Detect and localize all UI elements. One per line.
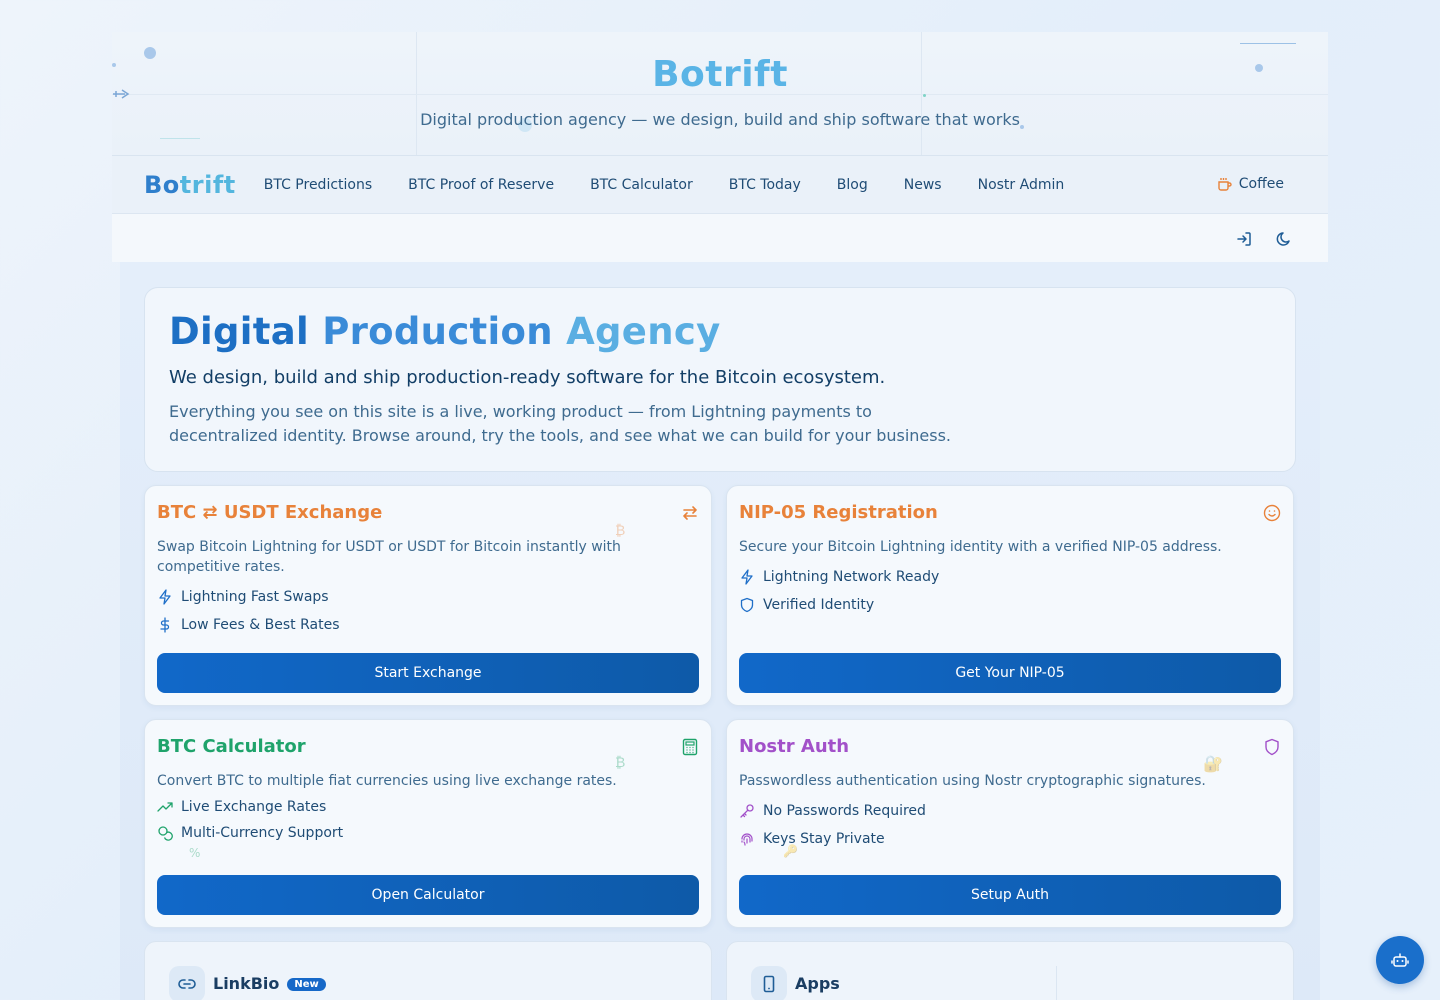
setup-auth-button[interactable]: Setup Auth <box>739 875 1281 915</box>
feature-label: Lightning Network Ready <box>763 569 940 585</box>
bot-icon <box>1391 953 1409 967</box>
bitcoin-decor-icon: ₿ <box>615 523 626 539</box>
hero-title-word: Production <box>322 310 553 353</box>
feature-label: Keys Stay Private <box>763 831 885 847</box>
coins-icon <box>158 826 173 841</box>
feature-item: Verified Identity <box>739 595 1281 615</box>
app-frame: Botrift Digital production agency — we d… <box>112 32 1328 1000</box>
apps-title: Apps <box>795 974 840 993</box>
linkbio-card[interactable]: LinkBio New <box>144 941 712 1000</box>
brand-logo[interactable]: Botrift <box>144 171 236 199</box>
apps-card[interactable]: Apps <box>726 941 1294 1000</box>
nav-link-nostr-admin[interactable]: Nostr Admin <box>978 177 1065 193</box>
smartphone-icon <box>751 966 787 1000</box>
get-nip05-button[interactable]: Get Your NIP-05 <box>739 653 1281 693</box>
top-banner: Botrift Digital production agency — we d… <box>112 32 1328 156</box>
shield-icon <box>1265 738 1279 756</box>
feature-label: Multi-Currency Support <box>181 825 344 841</box>
card-description: Convert BTC to multiple fiat currencies … <box>157 773 617 789</box>
fingerprint-icon <box>741 833 753 846</box>
feature-label: Verified Identity <box>763 597 875 613</box>
moon-icon[interactable] <box>1275 230 1293 248</box>
card-title: BTC ⇄ USDT Exchange <box>157 502 383 523</box>
shield-icon <box>740 597 754 613</box>
percent-decor-icon: % <box>189 846 201 860</box>
feature-label: No Passwords Required <box>763 803 926 819</box>
feature-label: Low Fees & Best Rates <box>181 617 340 633</box>
card-title: Nostr Auth <box>739 736 850 757</box>
smile-icon <box>1263 504 1281 522</box>
login-icon[interactable] <box>1235 230 1253 248</box>
chatbot-button[interactable] <box>1376 936 1424 984</box>
linkbio-title: LinkBio <box>213 974 280 993</box>
card-divider <box>1056 966 1057 1000</box>
card-title: NIP-05 Registration <box>739 502 938 523</box>
start-exchange-button[interactable]: Start Exchange <box>157 653 699 693</box>
coffee-icon <box>1218 178 1232 191</box>
nav-link-news[interactable]: News <box>904 177 942 193</box>
card-title: LinkBio New <box>213 974 326 993</box>
open-calculator-button[interactable]: Open Calculator <box>157 875 699 915</box>
hero-description: Everything you see on this site is a liv… <box>169 402 952 445</box>
hero-title-word: Agency <box>566 310 721 353</box>
brand-logo-part: trift <box>179 170 236 199</box>
calculator-icon <box>682 738 698 756</box>
lock-decor-icon: 🔐 <box>1203 754 1223 773</box>
nav-link-btc-predictions[interactable]: BTC Predictions <box>264 177 372 193</box>
feature-item: Multi-Currency Support <box>157 823 699 843</box>
feature-item: Live Exchange Rates <box>157 797 699 817</box>
key-decor-icon: 🔑 <box>783 844 798 858</box>
hero-section: Digital Production Agency We design, bui… <box>144 287 1296 472</box>
feature-label: Lightning Fast Swaps <box>181 589 329 605</box>
lightning-icon <box>741 569 753 585</box>
key-icon <box>740 804 754 818</box>
hero-title: Digital Production Agency <box>169 310 1271 353</box>
sub-toolbar <box>112 214 1328 262</box>
coffee-label: Coffee <box>1238 176 1284 192</box>
trending-up-icon <box>157 802 173 812</box>
banner-subtitle: Digital production agency — we design, b… <box>420 110 1020 129</box>
link-icon <box>169 966 205 1000</box>
nav-link-btc-calculator[interactable]: BTC Calculator <box>590 177 693 193</box>
coffee-button[interactable]: Coffee <box>1217 176 1284 192</box>
nostr-auth-card: Nostr Auth 🔐 🔑 Passwordless authenticati… <box>726 719 1294 928</box>
nip05-card: NIP-05 Registration Secure your Bitcoin … <box>726 485 1294 706</box>
card-description: Passwordless authentication using Nostr … <box>739 773 1206 789</box>
feature-item: Low Fees & Best Rates <box>157 615 699 635</box>
dollar-icon <box>160 617 170 633</box>
feature-item: Keys Stay Private <box>739 829 1281 849</box>
main-nav: Botrift BTC Predictions BTC Proof of Res… <box>112 156 1328 214</box>
nav-link-btc-today[interactable]: BTC Today <box>729 177 801 193</box>
feature-item: Lightning Network Ready <box>739 567 1281 587</box>
main-content: Digital Production Agency We design, bui… <box>120 262 1320 1000</box>
lightning-icon <box>159 589 171 605</box>
new-badge: New <box>287 978 326 991</box>
brand-logo-part: Bo <box>144 170 180 199</box>
nav-link-blog[interactable]: Blog <box>837 177 868 193</box>
calculator-card: BTC Calculator ₿ % Convert BTC to multip… <box>144 719 712 928</box>
feature-item: No Passwords Required <box>739 801 1281 821</box>
exchange-card: BTC ⇄ USDT Exchange ₿ Swap Bitcoin Light… <box>144 485 712 706</box>
decor-line <box>160 138 200 139</box>
banner-title: Botrift <box>652 54 788 95</box>
swap-icon <box>683 506 697 520</box>
card-description: Secure your Bitcoin Lightning identity w… <box>739 539 1222 555</box>
hero-lead: We design, build and ship production-rea… <box>169 367 886 388</box>
feature-item: Lightning Fast Swaps <box>157 587 699 607</box>
nav-link-btc-proof-of-reserve[interactable]: BTC Proof of Reserve <box>408 177 554 193</box>
bitcoin-decor-icon: ₿ <box>615 755 626 771</box>
card-description: Swap Bitcoin Lightning for USDT or USDT … <box>157 539 621 575</box>
decor-line <box>1240 43 1296 44</box>
hero-title-word: Digital <box>169 310 310 353</box>
feature-label: Live Exchange Rates <box>181 799 327 815</box>
